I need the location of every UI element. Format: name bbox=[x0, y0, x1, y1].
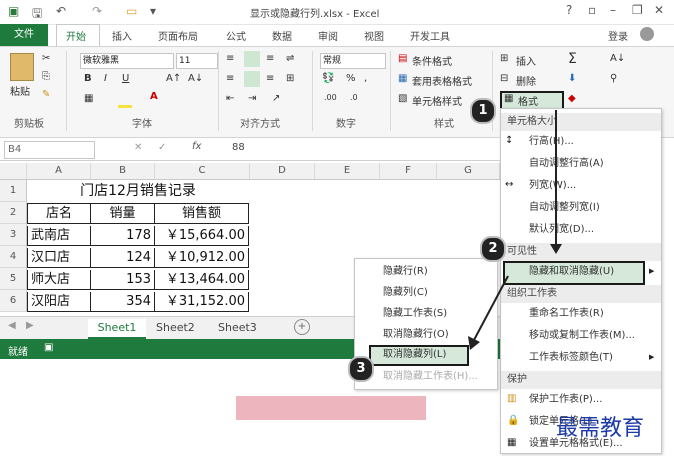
arrow-head bbox=[550, 244, 562, 254]
arrow-line bbox=[473, 275, 509, 341]
redacted-block bbox=[236, 396, 426, 420]
step-callout-3: 3 bbox=[348, 356, 374, 382]
step-callout-1: 1 bbox=[470, 98, 496, 124]
step-callout-2: 2 bbox=[480, 236, 506, 262]
step-arrows bbox=[468, 110, 562, 350]
excel-window: ▣ 🖫 ↶ ↷ ▭ ▾ 显示或隐藏行列.xlsx - Excel ? ▫ – ❐… bbox=[0, 0, 674, 456]
watermark-text: 最需教育 bbox=[556, 416, 645, 441]
